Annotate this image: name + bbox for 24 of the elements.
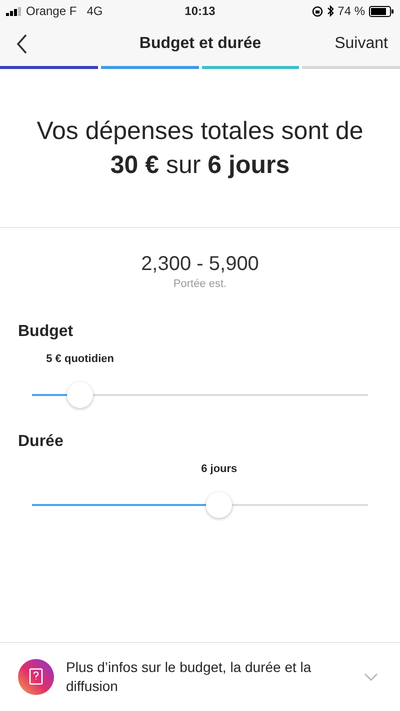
slider-thumb[interactable]: [67, 382, 94, 408]
screen-title: Budget et durée: [139, 35, 262, 53]
network-type: 4G: [86, 4, 103, 18]
slider-label: Budget: [18, 323, 74, 341]
reach-label: Portée est.: [173, 278, 227, 290]
clock-time: 10:13: [184, 4, 216, 18]
chevron-icon: [364, 673, 378, 681]
info-text: Plus d’infos sur le budget, la durée et la diffusion: [66, 658, 312, 696]
bluetooth-icon: [326, 5, 334, 17]
slider-label: Durée: [18, 433, 64, 451]
slider-value: 6 jours: [201, 463, 238, 475]
battery-percent: 74 %: [338, 4, 365, 18]
back-icon: [16, 34, 28, 54]
slider-value: 5 € quotidien: [46, 353, 114, 365]
next-button[interactable]: Suivant: [330, 31, 392, 57]
total-spend-text: Vos dépenses totales sont de 30 € sur 6 jours: [36, 116, 364, 181]
carrier-name: Orange F: [26, 4, 77, 18]
slider-thumb[interactable]: [206, 492, 232, 518]
book-icon: [18, 659, 54, 695]
battery-icon: [369, 6, 394, 16]
signal-icon: [6, 6, 22, 16]
rotation-lock-icon: [312, 6, 323, 16]
info-row[interactable]: Plus d’infos sur le budget, la durée et la diffusion: [0, 642, 400, 711]
reach-estimate: 2,300 - 5,900: [141, 253, 259, 276]
